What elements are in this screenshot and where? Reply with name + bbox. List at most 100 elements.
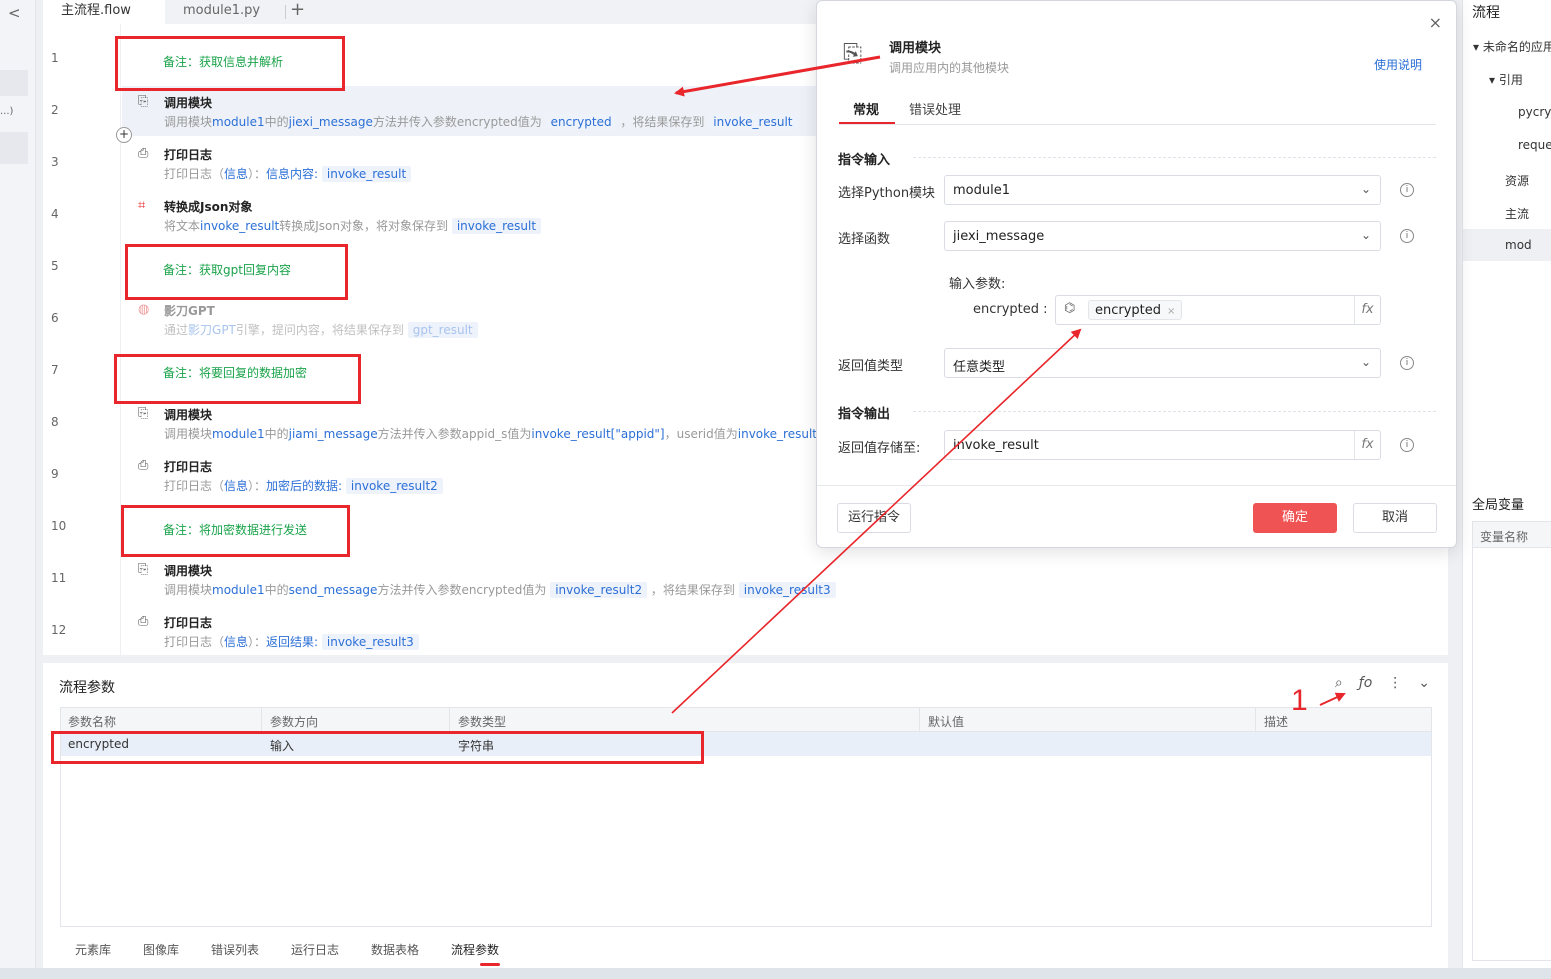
line-number: 6 xyxy=(51,311,59,325)
function-label: 选择函数 xyxy=(838,232,891,247)
step-description: 打印日志（信息）：加密后的数据: invoke_result2 xyxy=(164,477,443,494)
global-vars-title: 全局变量 xyxy=(1472,498,1525,513)
tab-elements[interactable]: 元素库 xyxy=(75,941,111,958)
insert-step-button[interactable]: + xyxy=(116,127,132,143)
left-nav-truncated: ...) xyxy=(0,106,14,117)
info-icon[interactable]: i xyxy=(1400,438,1414,452)
line-number: 3 xyxy=(51,155,59,169)
line-number: 7 xyxy=(51,363,59,377)
return-type-select[interactable]: 任意类型 ⌄ xyxy=(944,348,1381,378)
line-number: 8 xyxy=(51,415,59,429)
module-icon: ⎘ xyxy=(138,94,149,109)
input-params-label: 输入参数: xyxy=(949,277,1006,292)
dialog-tabs: 常规 错误处理 xyxy=(839,97,1436,125)
global-vars-table: 变量名称 xyxy=(1472,521,1551,961)
line-number: 12 xyxy=(51,623,67,637)
line-number: 9 xyxy=(51,467,59,481)
step-title: 调用模块 xyxy=(164,408,213,422)
collapse-icon[interactable]: ⌄ xyxy=(1418,675,1430,691)
json-convert-icon: ⌗ xyxy=(138,198,146,213)
printer-icon: ⎙ xyxy=(138,614,149,629)
column-header: 参数名称 xyxy=(68,715,117,729)
taskbar-strip xyxy=(0,968,1551,979)
run-command-button[interactable]: 运行指令 xyxy=(837,503,911,533)
tab-images[interactable]: 图像库 xyxy=(143,941,179,958)
chevron-down-icon: ⌄ xyxy=(1360,355,1371,369)
return-save-input[interactable]: invoke_result fx xyxy=(944,430,1381,460)
printer-icon: ⎙ xyxy=(138,458,149,473)
info-icon[interactable]: i xyxy=(1400,183,1414,197)
tab-error-handling[interactable]: 错误处理 xyxy=(909,99,961,118)
annotation-box xyxy=(114,354,361,404)
info-icon[interactable]: i xyxy=(1400,229,1414,243)
left-nav-item[interactable] xyxy=(0,70,28,96)
tab-main-flow[interactable]: 主流程.flow xyxy=(43,0,165,24)
tree-item-refs[interactable]: ▾ 引用 xyxy=(1489,71,1523,88)
module-icon: ⎘ xyxy=(138,562,149,577)
active-tab-indicator xyxy=(839,122,895,124)
printer-icon: ⎙ xyxy=(138,146,149,161)
chip-close-icon[interactable]: × xyxy=(1167,306,1175,317)
tab-module1[interactable]: module1.py xyxy=(165,0,285,24)
column-header: 参数方向 xyxy=(270,715,319,729)
tab-run-log[interactable]: 运行日志 xyxy=(291,941,339,958)
section-input-title: 指令输入 xyxy=(838,153,891,168)
tab-general[interactable]: 常规 xyxy=(853,99,879,118)
invoke-module-dialog: × ⎘ 调用模块 调用应用内的其他模块 使用说明 常规 错误处理 指令输入 选择… xyxy=(816,0,1457,548)
cancel-button[interactable]: 取消 xyxy=(1353,503,1437,533)
step-description: 将文本invoke_result转换成Json对象，将对象保存到 invoke_… xyxy=(164,217,542,234)
step-description: 调用模块module1中的jiami_message方法并传入参数appid_s… xyxy=(164,427,843,441)
column-header: 参数类型 xyxy=(458,715,507,729)
line-number: 5 xyxy=(51,259,59,273)
step-title: 调用模块 xyxy=(164,564,213,578)
info-icon[interactable]: i xyxy=(1400,356,1414,370)
line-number: 2 xyxy=(51,103,59,117)
divider xyxy=(817,485,1456,486)
function-select[interactable]: jiexi_message ⌄ xyxy=(944,221,1381,251)
module-icon: ⎘ xyxy=(843,39,863,67)
tree-item-module[interactable]: mod xyxy=(1505,238,1532,252)
step-description: 打印日志（信息）：返回结果: invoke_result3 xyxy=(164,633,419,650)
variable-chip[interactable]: encrypted × xyxy=(1088,300,1183,320)
module-select[interactable]: module1 ⌄ xyxy=(944,175,1381,205)
line-gutter: 1 2 3 4 5 6 7 8 9 10 11 12 xyxy=(43,24,121,655)
annotation-box xyxy=(51,731,704,764)
confirm-button[interactable]: 确定 xyxy=(1253,503,1337,533)
search-icon[interactable]: ⌕ xyxy=(1335,675,1343,691)
section-output-title: 指令输出 xyxy=(838,407,891,422)
tree-item-reque[interactable]: reque xyxy=(1518,138,1551,152)
gpt-icon: ◍ xyxy=(138,302,150,317)
tree-item-pycry[interactable]: pycry xyxy=(1518,105,1551,119)
tree-item-app[interactable]: ▾ 未命名的应用 xyxy=(1473,38,1551,55)
annotation-number: 1 xyxy=(1291,684,1308,717)
function-icon[interactable]: fx xyxy=(1354,431,1380,459)
tree-item-main-flow[interactable]: 主流 xyxy=(1505,205,1529,222)
return-type-label: 返回值类型 xyxy=(838,359,904,374)
more-icon[interactable]: ⋮ xyxy=(1388,675,1402,691)
divider xyxy=(913,411,1436,412)
column-header: 变量名称 xyxy=(1473,522,1551,548)
function-icon[interactable]: fx xyxy=(1354,296,1380,324)
left-nav-item-active[interactable] xyxy=(0,132,28,164)
close-icon[interactable]: × xyxy=(1429,13,1442,32)
annotation-box xyxy=(125,244,348,300)
module-icon: ⎘ xyxy=(138,406,149,421)
function-icon[interactable]: ƒo xyxy=(1359,675,1373,691)
step-description: 打印日志（信息）：信息内容: invoke_result xyxy=(164,165,412,182)
step-description: 调用模块module1中的jiexi_message方法并传入参数encrypt… xyxy=(164,113,798,130)
panel-title: 流程 xyxy=(1472,5,1500,21)
tab-flow-params[interactable]: 流程参数 xyxy=(451,941,499,958)
param-encrypted-input[interactable]: ⌬ encrypted × fx xyxy=(1055,295,1381,325)
help-link[interactable]: 使用说明 xyxy=(1374,56,1422,73)
tab-data-table[interactable]: 数据表格 xyxy=(371,941,419,958)
add-tab-icon[interactable]: + xyxy=(290,0,305,20)
panel-toolbar: ⌕ ƒo ⋮ ⌄ xyxy=(1319,675,1430,691)
line-number: 11 xyxy=(51,571,67,585)
line-number: 4 xyxy=(51,207,59,221)
back-chevron-icon[interactable]: < xyxy=(8,4,21,22)
annotation-box xyxy=(121,505,350,557)
tab-errors[interactable]: 错误列表 xyxy=(211,941,259,958)
tree-item-resources[interactable]: 资源 xyxy=(1505,172,1529,189)
line-number: 10 xyxy=(51,519,67,533)
table-header: 参数名称 参数方向 参数类型 默认值 描述 xyxy=(61,708,1431,732)
